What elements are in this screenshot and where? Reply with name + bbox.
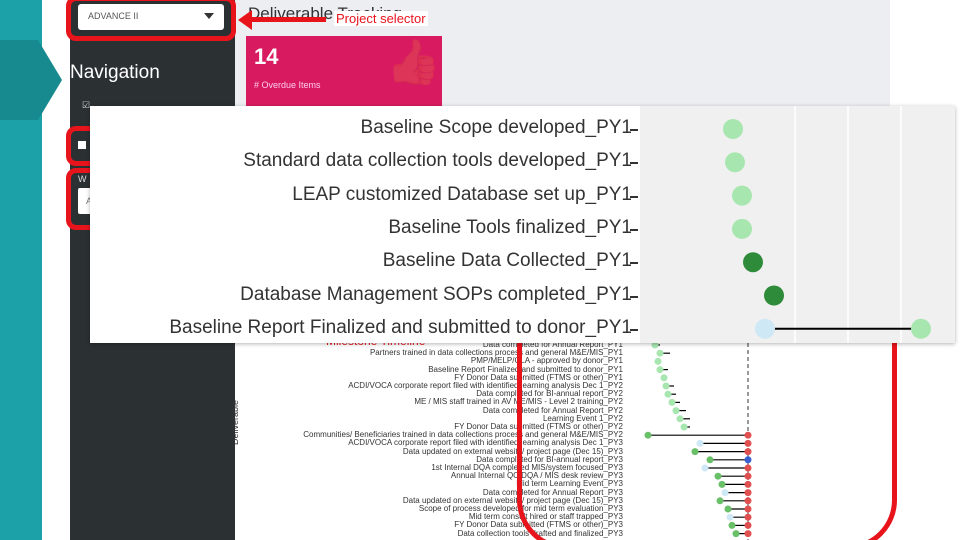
zoom-axis-tick — [630, 262, 638, 265]
zoom-row-label: Standard data collection tools developed… — [243, 150, 632, 172]
zoom-dot — [764, 285, 784, 306]
zoom-row-label: Baseline Data Collected_PY1 — [382, 250, 632, 272]
callout-arrow-head-icon — [238, 10, 252, 30]
zoom-row-label: LEAP customized Database set up_PY1 — [292, 183, 632, 205]
zoom-dot — [725, 152, 745, 173]
zoom-axis-tick — [630, 162, 638, 165]
callout-arrow-line — [246, 17, 326, 22]
zoom-row-label: Database Management SOPs completed_PY1 — [240, 283, 632, 305]
screenshot-stage: Deliverable Tracking 14 # Overdue Items … — [0, 0, 960, 540]
zoom-dot — [743, 252, 763, 273]
zoom-axis-tick — [630, 195, 638, 198]
zoom-dot — [723, 119, 743, 139]
zoom-dot — [755, 318, 775, 339]
zoom-row-label: Baseline Report Finalized and submitted … — [169, 316, 632, 338]
zoom-dot — [732, 218, 752, 239]
zoom-row-label: Baseline Tools finalized_PY1 — [388, 216, 632, 238]
project-selector-callout: Project selector — [334, 11, 428, 26]
zoom-axis-tick — [630, 129, 638, 131]
zoom-row-label: Baseline Scope developed_PY1 — [360, 117, 632, 138]
zoom-dot — [732, 185, 752, 206]
zoom-axis-tick — [630, 228, 638, 231]
zoom-end-dot — [911, 318, 931, 339]
zoom-axis-tick — [630, 295, 638, 298]
zoom-axis-tick — [630, 328, 638, 331]
